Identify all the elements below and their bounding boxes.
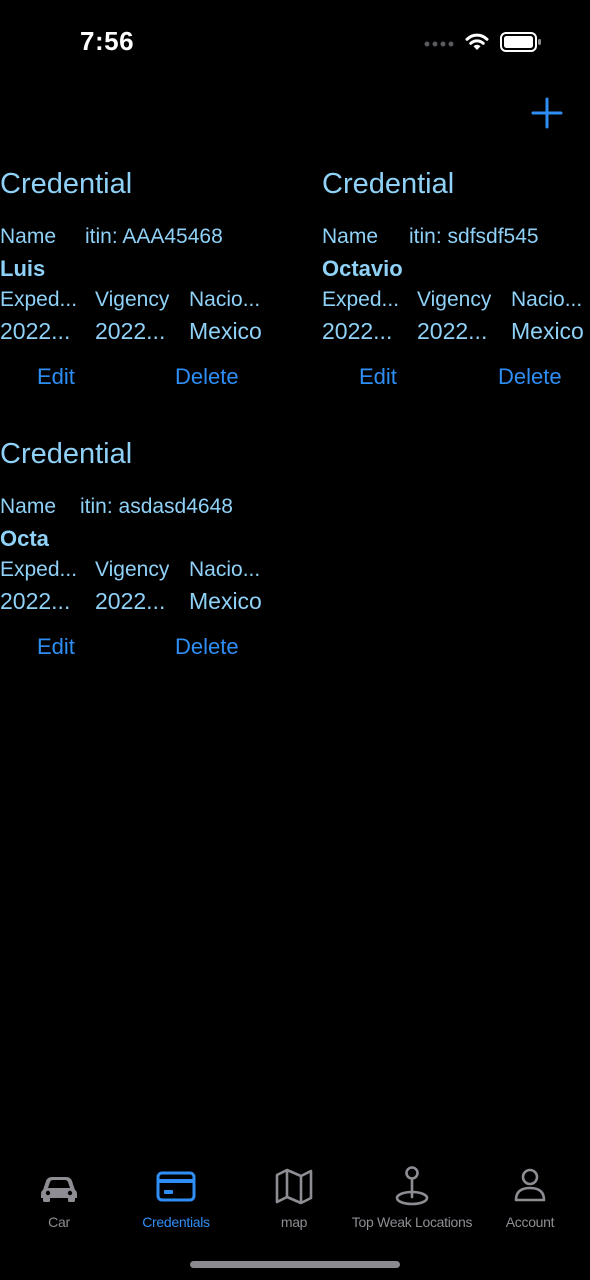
nationality-header: Nacio...: [511, 288, 583, 311]
expedition-header: Exped...: [322, 288, 400, 311]
tab-car[interactable]: Car: [0, 1150, 118, 1230]
edit-button[interactable]: Edit: [359, 364, 397, 390]
card-title: Credential: [0, 438, 133, 470]
cellular-dots-icon: [424, 35, 454, 53]
name-label: Name: [0, 225, 57, 248]
expedition-value: 2022...: [0, 318, 71, 344]
vigency-value: 2022...: [95, 318, 166, 344]
status-icons: [424, 31, 542, 58]
credential-name: Luis: [0, 256, 46, 281]
map-icon: [275, 1168, 313, 1205]
card-title: Credential: [0, 168, 133, 200]
vigency-header: Vigency: [417, 288, 492, 311]
tab-label: map: [280, 1214, 308, 1230]
card-header-row: Exped... Vigency Nacio...: [0, 288, 280, 314]
card-title: Credential: [322, 168, 455, 200]
battery-icon: [500, 31, 542, 58]
car-icon: [41, 1177, 77, 1202]
card-header-row: Exped... Vigency Nacio...: [322, 288, 590, 314]
expedition-value: 2022...: [322, 318, 393, 344]
tab-label: Credentials: [142, 1214, 210, 1230]
wifi-icon: [464, 32, 490, 57]
status-time: 7:56: [80, 26, 135, 56]
tab-label: Top Weak Locations: [351, 1214, 473, 1230]
tab-label: Account: [505, 1214, 555, 1230]
vigency-value: 2022...: [95, 588, 166, 614]
delete-button[interactable]: Delete: [175, 364, 239, 390]
tab-account[interactable]: Account: [471, 1150, 589, 1230]
home-indicator: [190, 1261, 400, 1268]
credit-card-icon: [156, 1171, 196, 1202]
person-icon: [514, 1168, 546, 1202]
tab-label: Car: [48, 1214, 70, 1230]
name-label: Name: [0, 495, 57, 518]
credential-card: Credential Name itin: sdfsdf545 Octavio …: [322, 168, 590, 408]
nationality-value: Mexico: [511, 318, 584, 344]
itin-text: itin: AAA45468: [85, 225, 223, 248]
vigency-header: Vigency: [95, 288, 170, 311]
nationality-value: Mexico: [189, 318, 262, 344]
expedition-header: Exped...: [0, 558, 78, 581]
card-name-row: Name itin: AAA45468: [0, 225, 280, 251]
vigency-header: Vigency: [95, 558, 170, 581]
nationality-header: Nacio...: [189, 288, 261, 311]
tab-credentials[interactable]: Credentials: [117, 1150, 235, 1230]
card-name-row: Name itin: sdfsdf545: [322, 225, 590, 251]
nationality-header: Nacio...: [189, 558, 261, 581]
add-credential-button[interactable]: [530, 96, 564, 130]
edit-button[interactable]: Edit: [37, 634, 75, 660]
edit-button[interactable]: Edit: [37, 364, 75, 390]
expedition-value: 2022...: [0, 588, 71, 614]
credential-card: Credential Name itin: AAA45468 Luis Expe…: [0, 168, 280, 408]
plus-icon: [531, 97, 563, 129]
delete-button[interactable]: Delete: [175, 634, 239, 660]
status-bar: 7:56: [0, 0, 590, 88]
card-header-row: Exped... Vigency Nacio...: [0, 558, 280, 584]
vigency-value: 2022...: [417, 318, 488, 344]
tab-top-weak-locations[interactable]: Top Weak Locations: [351, 1150, 473, 1230]
card-value-row: 2022... 2022... Mexico: [0, 318, 280, 348]
tab-map[interactable]: map: [235, 1150, 353, 1230]
credential-name: Octa: [0, 526, 49, 551]
expedition-header: Exped...: [0, 288, 78, 311]
name-label: Name: [322, 225, 379, 248]
nationality-value: Mexico: [189, 588, 262, 614]
card-value-row: 2022... 2022... Mexico: [0, 588, 280, 618]
card-value-row: 2022... 2022... Mexico: [322, 318, 590, 348]
credential-name: Octavio: [322, 256, 403, 281]
itin-text: itin: asdasd4648: [80, 495, 233, 518]
credential-card: Credential Name itin: asdasd4648 Octa Ex…: [0, 438, 280, 678]
map-pin-icon: [395, 1166, 429, 1206]
card-name-row: Name itin: asdasd4648: [0, 495, 280, 521]
delete-button[interactable]: Delete: [498, 364, 562, 390]
tab-bar: Car Credentials map Top Weak Locations A…: [0, 1150, 590, 1240]
itin-text: itin: sdfsdf545: [409, 225, 539, 248]
